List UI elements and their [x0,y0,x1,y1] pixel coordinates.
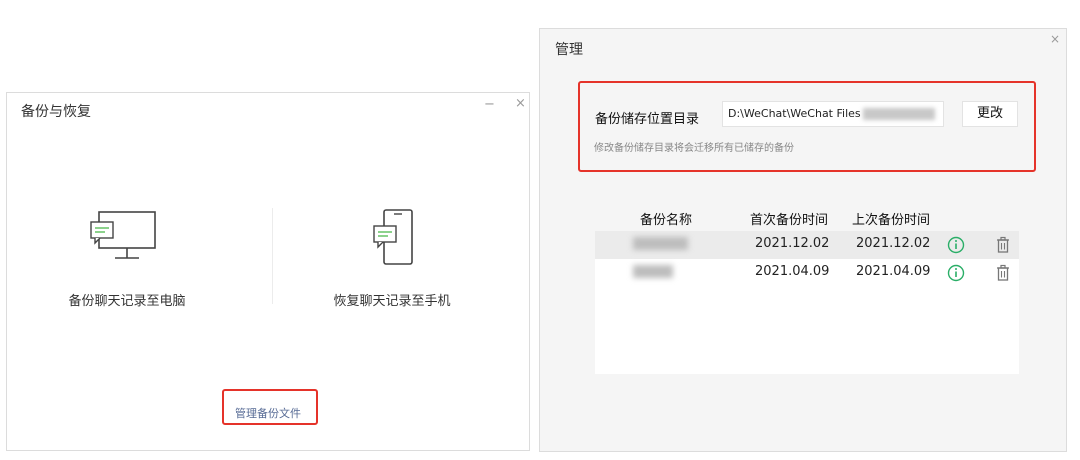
info-icon[interactable] [947,264,965,282]
window-title: 备份与恢复 [21,104,91,120]
delete-icon[interactable] [995,236,1011,254]
restore-to-phone-option[interactable]: 恢复聊天记录至手机 [297,208,487,309]
table-row[interactable]: 2021.04.09 2021.04.09 [595,259,1019,287]
table-row[interactable]: 2021.12.02 2021.12.02 [595,231,1019,259]
backup-to-pc-label: 备份聊天记录至电脑 [68,294,186,309]
monitor-chat-icon [90,211,156,259]
options-divider [272,208,273,304]
close-button[interactable]: × [1050,32,1060,46]
phone-chat-icon [373,209,413,265]
highlight-box-storage-path [578,81,1036,172]
restore-to-phone-label: 恢复聊天记录至手机 [333,294,451,309]
backup-to-pc-option[interactable]: 备份聊天记录至电脑 [47,208,207,309]
first-backup-time: 2021.04.09 [755,264,830,279]
delete-icon[interactable] [995,264,1011,282]
first-backup-time: 2021.12.02 [755,236,830,251]
minimize-button[interactable]: − [484,97,495,112]
backup-name-redacted [633,265,673,278]
column-header-first-backup: 首次备份时间 [750,213,829,228]
info-icon[interactable] [947,236,965,254]
column-header-name: 备份名称 [640,213,693,228]
highlight-box-manage-link [222,389,318,425]
last-backup-time: 2021.04.09 [856,264,931,279]
backup-name-redacted [633,237,688,250]
last-backup-time: 2021.12.02 [856,236,931,251]
window-title: 管理 [555,42,583,58]
close-button[interactable]: × [515,96,526,111]
column-header-last-backup: 上次备份时间 [852,213,931,228]
